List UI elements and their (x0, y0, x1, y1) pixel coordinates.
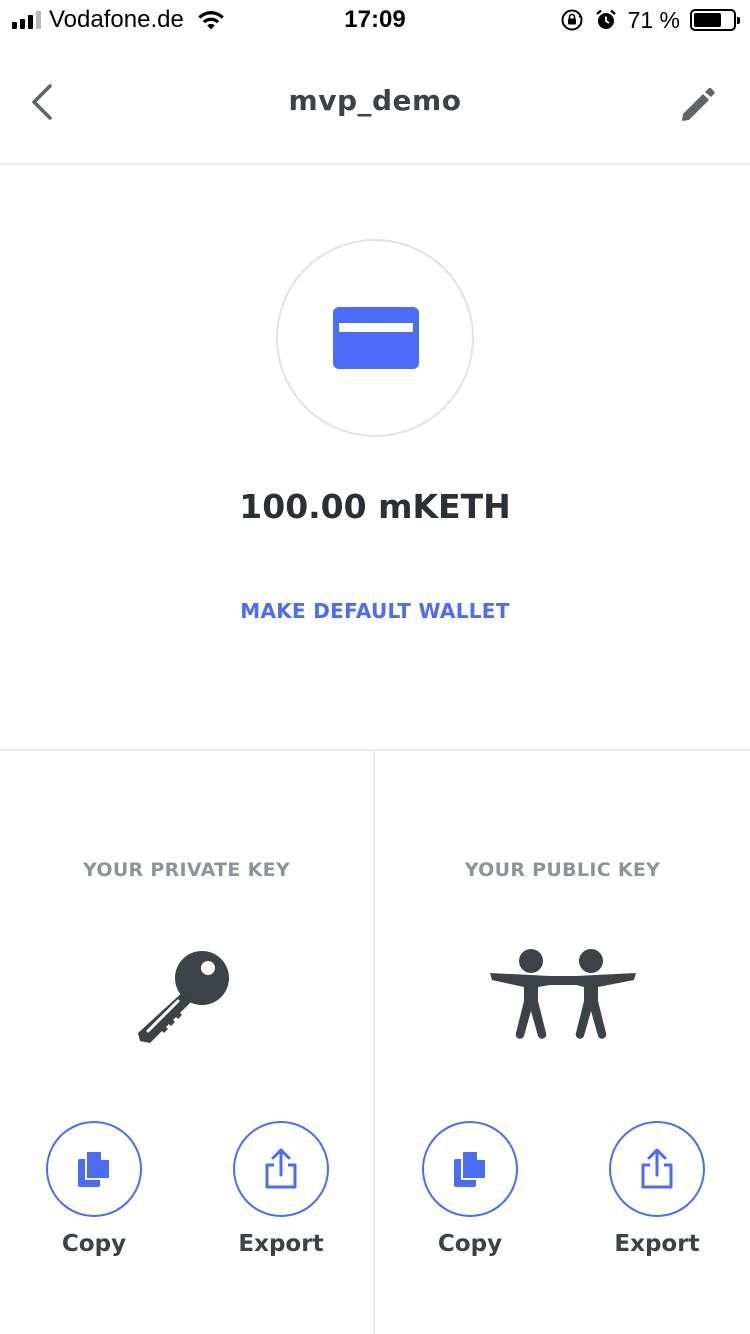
wallet-header: 100.00 mKETH MAKE DEFAULT WALLET (0, 167, 750, 749)
export-circle (233, 1121, 329, 1217)
people-icon (489, 949, 636, 1039)
share-icon (641, 1148, 673, 1189)
copy-icon (454, 1150, 487, 1187)
status-bar-right: 71 % (560, 6, 740, 33)
status-bar: Vodafone.de 17:09 71 % (0, 0, 750, 40)
export-circle (609, 1121, 705, 1217)
private-key-panel: YOUR PRIVATE KEY Copy Export (0, 751, 375, 1334)
private-key-illustration (0, 943, 373, 1063)
battery-percent: 71 % (627, 6, 680, 33)
page-title: mvp_demo (288, 84, 462, 117)
copy-label: Copy (437, 1231, 503, 1257)
keys-section: YOUR PRIVATE KEY Copy Export YOUR PUBLIC… (0, 749, 750, 1334)
pencil-icon (682, 87, 715, 121)
alarm-icon (595, 9, 616, 29)
key-icon (137, 951, 229, 1043)
wallet-balance: 100.00 mKETH (239, 487, 511, 526)
battery-icon (690, 9, 740, 31)
make-default-wallet-button[interactable]: MAKE DEFAULT WALLET (0, 599, 750, 623)
private-key-export-button[interactable]: Export (211, 1121, 351, 1257)
orientation-lock-icon (561, 9, 583, 31)
battery-level (694, 13, 721, 27)
public-key-export-button[interactable]: Export (587, 1121, 727, 1257)
credit-card-icon (333, 307, 419, 369)
private-key-title: YOUR PRIVATE KEY (83, 859, 290, 881)
export-label: Export (614, 1231, 700, 1257)
private-key-copy-button[interactable]: Copy (24, 1121, 164, 1257)
wallet-detail-screen: Vodafone.de 17:09 71 % mvp_demo 100.00 m… (0, 0, 750, 1334)
copy-icon (78, 1150, 111, 1187)
public-key-title: YOUR PUBLIC KEY (464, 859, 661, 881)
public-key-copy-button[interactable]: Copy (400, 1121, 540, 1257)
public-key-panel: YOUR PUBLIC KEY Copy Export (375, 751, 750, 1334)
edit-button[interactable] (674, 80, 722, 128)
export-label: Export (238, 1231, 324, 1257)
public-key-illustration (375, 943, 750, 1063)
copy-circle (46, 1121, 142, 1217)
share-icon (265, 1148, 297, 1189)
nav-bar: mvp_demo (0, 40, 750, 165)
copy-circle (422, 1121, 518, 1217)
copy-label: Copy (61, 1231, 127, 1257)
wallet-avatar (276, 239, 474, 437)
